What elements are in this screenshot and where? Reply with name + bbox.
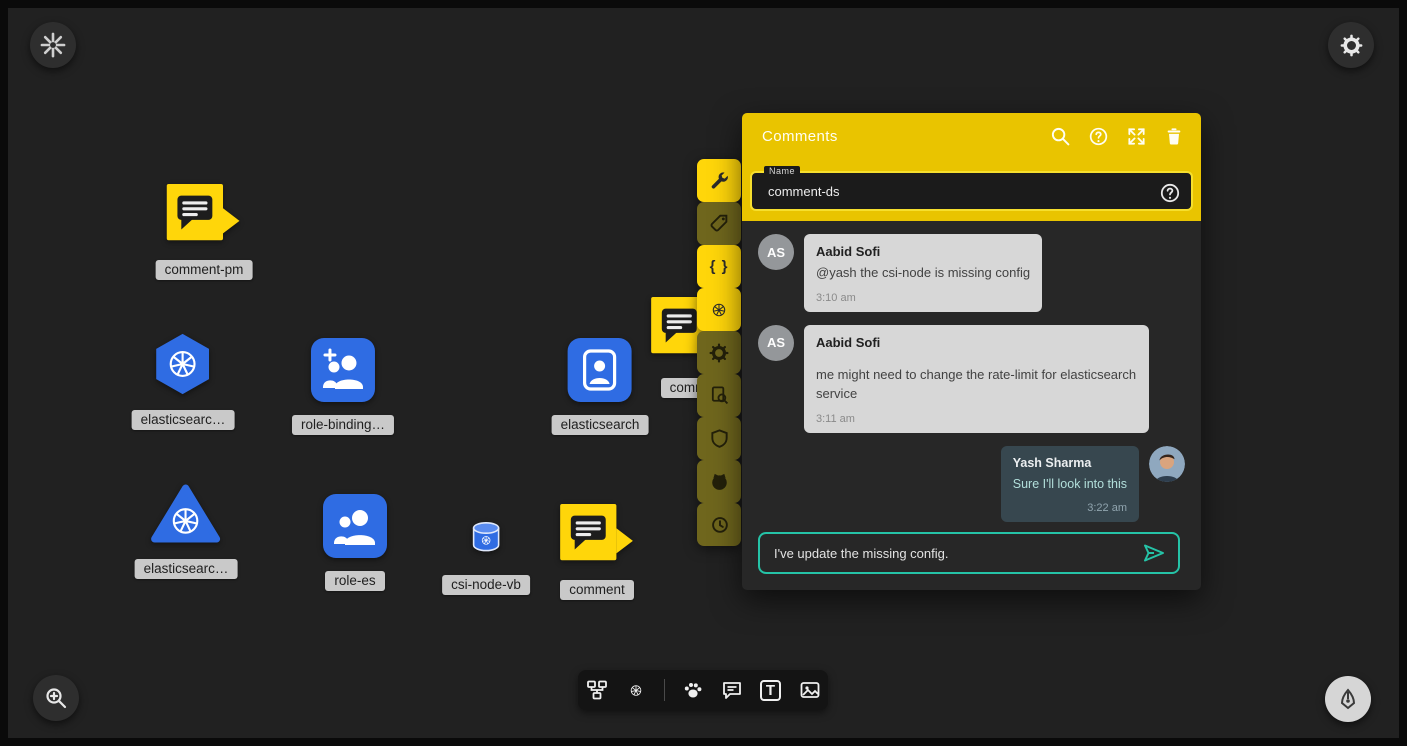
github-button[interactable]: [697, 460, 741, 503]
name-input[interactable]: [766, 183, 1151, 200]
message-text: Sure I'll look into this: [1013, 475, 1127, 493]
name-field-label: Name: [764, 166, 800, 176]
chat-message: Yash Sharma Sure I'll look into this 3:2…: [758, 446, 1185, 522]
node-label: comment: [560, 580, 634, 600]
service-account-icon: [568, 338, 632, 402]
comment-node-icon: [559, 503, 635, 567]
braces-icon: { }: [710, 258, 729, 275]
media-icon[interactable]: [799, 679, 821, 701]
node-comment-pm[interactable]: comment-pm: [156, 183, 253, 280]
message-text: me might need to change the rate-limit f…: [816, 366, 1137, 404]
braces-button[interactable]: { }: [697, 245, 741, 288]
zoom-button[interactable]: [33, 675, 79, 721]
message-time: 3:11 am: [816, 413, 1137, 425]
paw-icon[interactable]: [682, 679, 704, 701]
tag-button[interactable]: [697, 202, 741, 245]
message-author: Aabid Sofi: [816, 335, 1137, 350]
delete-icon[interactable]: [1163, 125, 1185, 147]
inspect-doc-icon: [709, 385, 730, 406]
node-label: comment-pm: [156, 260, 253, 280]
node-elasticsearch-triangle[interactable]: elasticsearc…: [135, 482, 238, 579]
zoom-in-icon: [44, 686, 68, 710]
config-button[interactable]: [697, 331, 741, 374]
gear-icon: [1340, 34, 1363, 57]
message-time: 3:10 am: [816, 292, 1030, 304]
node-label: csi-node-vb: [442, 575, 530, 595]
bottom-dock: T: [578, 670, 828, 710]
message-author: Yash Sharma: [1013, 456, 1127, 470]
chat-input-box[interactable]: [758, 532, 1180, 574]
kubernetes-triangle-icon: [151, 482, 221, 544]
dock-divider: [664, 679, 665, 701]
gear-icon: [709, 343, 729, 363]
search-icon[interactable]: [1049, 125, 1071, 147]
message-time: 3:22 am: [1013, 502, 1127, 514]
node-role-es[interactable]: role-es: [323, 494, 387, 591]
node-csi-node-vb[interactable]: csi-node-vb: [442, 520, 530, 595]
tag-icon: [709, 213, 730, 234]
name-field-section: Name: [742, 159, 1201, 221]
kubernetes-button[interactable]: [697, 288, 741, 331]
avatar-initials: AS: [758, 325, 794, 361]
help-icon[interactable]: [1159, 182, 1181, 204]
pen-nib-icon: [1336, 687, 1360, 711]
message-bubble: Aabid Sofi @yash the csi-node is missing…: [804, 234, 1042, 312]
node-label: role-es: [325, 571, 384, 591]
chat-message: AS Aabid Sofi @yash the csi-node is miss…: [758, 234, 1185, 312]
send-icon[interactable]: [1142, 541, 1166, 565]
history-icon: [709, 514, 730, 535]
shield-icon: [709, 428, 730, 449]
chat-message-list[interactable]: AS Aabid Sofi @yash the csi-node is miss…: [742, 221, 1201, 522]
text-tool-label: T: [760, 680, 781, 701]
kubernetes-icon[interactable]: [625, 679, 647, 701]
node-elasticsearch-hexagon[interactable]: elasticsearc…: [132, 331, 235, 430]
wrench-button[interactable]: [697, 159, 741, 202]
settings-button[interactable]: [1328, 22, 1374, 68]
node-role-binding[interactable]: role-binding…: [292, 338, 394, 435]
topology-icon[interactable]: [586, 679, 608, 701]
kubernetes-icon: [706, 297, 732, 323]
pen-tool-button[interactable]: [1325, 676, 1371, 722]
expand-icon[interactable]: [1125, 125, 1147, 147]
canvas-stage[interactable]: comment-pm elasticsearc… role-binding…: [0, 0, 1407, 746]
node-label: elasticsearc…: [135, 559, 238, 579]
node-label: role-binding…: [292, 415, 394, 435]
shield-button[interactable]: [697, 417, 741, 460]
github-icon: [709, 471, 730, 492]
role-icon: [323, 494, 387, 558]
app-logo-button[interactable]: [30, 22, 76, 68]
node-label: elasticsearc…: [132, 410, 235, 430]
wrench-icon: [709, 170, 730, 191]
history-button[interactable]: [697, 503, 741, 546]
text-tool-icon[interactable]: T: [760, 679, 782, 701]
message-text: @yash the csi-node is missing config: [816, 264, 1030, 283]
chat-input-section: [742, 522, 1201, 590]
comment-node-icon: [166, 183, 242, 247]
node-action-toolbar: { }: [697, 159, 741, 546]
role-binding-icon: [311, 338, 375, 402]
comments-panel-header: Comments: [742, 113, 1201, 159]
comment-icon[interactable]: [721, 679, 743, 701]
panel-title: Comments: [762, 128, 1049, 145]
avatar-photo: [1149, 446, 1185, 482]
node-elasticsearch-serviceaccount[interactable]: elasticsearch: [552, 338, 649, 435]
storage-cylinder-icon: [468, 520, 504, 554]
chat-input[interactable]: [772, 545, 1134, 562]
kubernetes-hexagon-icon: [151, 331, 215, 397]
flower-logo-icon: [38, 30, 68, 60]
message-bubble: Aabid Sofi me might need to change the r…: [804, 325, 1149, 433]
chat-message: AS Aabid Sofi me might need to change th…: [758, 325, 1185, 433]
help-icon[interactable]: [1087, 125, 1109, 147]
avatar-initials: AS: [758, 234, 794, 270]
node-comment[interactable]: comment: [559, 503, 635, 600]
inspect-button[interactable]: [697, 374, 741, 417]
name-field[interactable]: Name: [750, 171, 1193, 211]
message-author: Aabid Sofi: [816, 244, 1030, 259]
message-bubble: Yash Sharma Sure I'll look into this 3:2…: [1001, 446, 1139, 522]
comments-panel: Comments: [742, 113, 1201, 590]
node-label: elasticsearch: [552, 415, 649, 435]
